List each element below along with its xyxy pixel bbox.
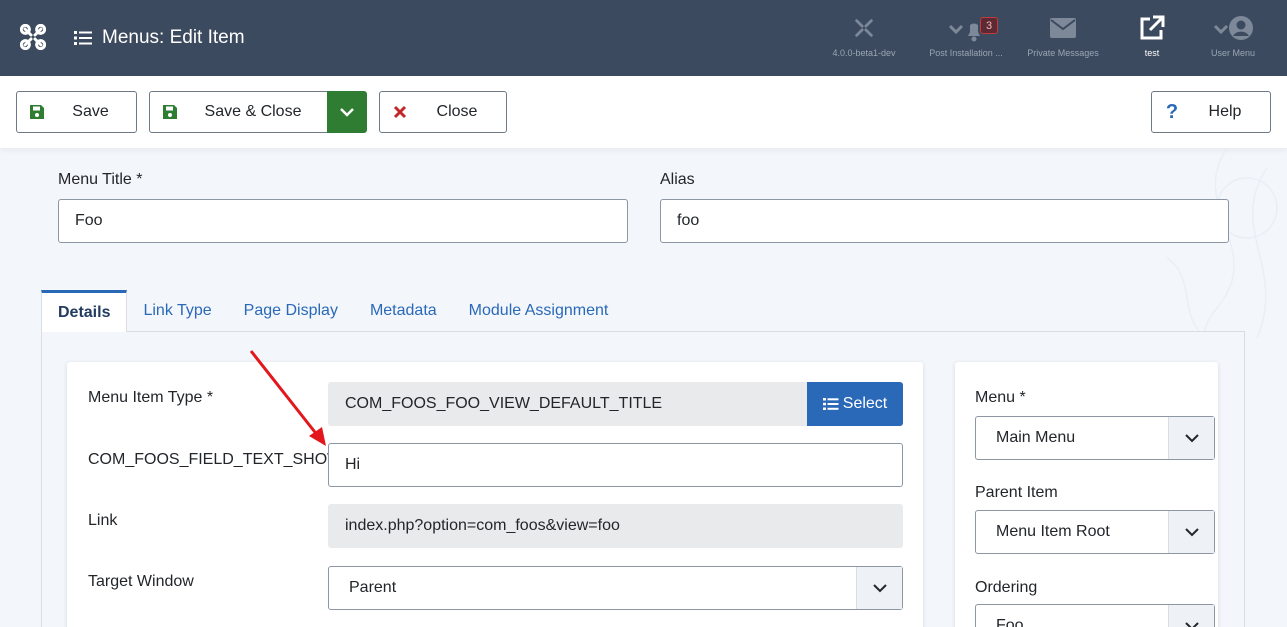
notification-badge: 3 (980, 17, 998, 34)
save-button[interactable]: Save (16, 91, 137, 133)
question-icon: ? (1165, 100, 1179, 123)
parent-item-select[interactable]: Menu Item Root (975, 510, 1215, 554)
chevron-down-icon (1184, 622, 1199, 627)
version-label: 4.0.0-beta1-dev (832, 48, 896, 58)
target-window-value: Parent (349, 579, 397, 596)
menu-label: Menu * (975, 389, 1026, 406)
parent-item-label: Parent Item (975, 484, 1058, 501)
page-title-group: Menus: Edit Item (74, 27, 245, 49)
close-button[interactable]: Close (379, 91, 507, 133)
tab-bar: Details Link Type Page Display Metadata … (41, 290, 624, 332)
save-label: Save (72, 103, 109, 120)
page-title: Menus: Edit Item (102, 27, 245, 48)
save-dropdown-toggle[interactable] (327, 91, 367, 133)
envelope-icon (1050, 18, 1076, 38)
tab-details[interactable]: Details (41, 290, 128, 332)
site-link-item[interactable]: test (1132, 14, 1172, 58)
menu-select[interactable]: Main Menu (975, 416, 1215, 460)
list-icon (74, 31, 92, 45)
chevron-down-icon (872, 584, 887, 593)
site-link-label: test (1144, 48, 1160, 58)
ordering-label: Ordering (975, 579, 1038, 596)
save-close-label: Save & Close (204, 103, 302, 120)
user-menu-item[interactable]: User Menu (1202, 14, 1264, 58)
tab-link-type[interactable]: Link Type (127, 290, 227, 332)
help-label: Help (1208, 103, 1242, 120)
menu-title-input[interactable]: Foo (58, 199, 628, 243)
post-installation-label: Post Installation ... (929, 48, 1003, 58)
toolbar: Save Save & Close Close ? Help (0, 76, 1287, 148)
link-value: index.php?option=com_foos&view=foo (328, 504, 903, 548)
user-menu-label: User Menu (1210, 48, 1255, 58)
private-messages-item[interactable]: Private Messages (1022, 14, 1104, 58)
close-label: Close (436, 103, 478, 120)
menu-title-label: Menu Title * (58, 171, 143, 188)
ordering-select[interactable]: Foo (975, 604, 1215, 627)
menu-value: Main Menu (996, 429, 1076, 446)
user-icon (1213, 16, 1253, 40)
save-icon (163, 105, 177, 119)
save-close-button[interactable]: Save & Close (149, 91, 329, 133)
target-window-select[interactable]: Parent (328, 566, 903, 610)
list-icon (822, 398, 839, 410)
close-icon (393, 105, 407, 119)
chevron-down-icon (1184, 528, 1199, 537)
joomla-logo-icon[interactable] (20, 24, 46, 50)
chevron-down-icon (1184, 434, 1199, 443)
version-item[interactable]: 4.0.0-beta1-dev (828, 14, 900, 58)
save-icon (30, 105, 44, 119)
bell-icon (948, 23, 980, 42)
alias-input[interactable]: foo (660, 199, 1229, 243)
ordering-value: Foo (996, 617, 1024, 627)
annotation-arrow (249, 350, 326, 446)
parent-item-value: Menu Item Root (996, 523, 1110, 540)
select-type-button[interactable]: Select (807, 382, 903, 426)
help-button[interactable]: ? Help (1151, 91, 1271, 133)
tab-metadata[interactable]: Metadata (354, 290, 453, 332)
link-label: Link (88, 512, 118, 529)
chevron-down-icon (340, 108, 354, 117)
external-link-icon (1140, 15, 1165, 40)
target-window-label: Target Window (88, 573, 194, 590)
show-text-input[interactable]: Hi (328, 443, 903, 487)
menu-item-type-label: Menu Item Type * (88, 389, 214, 406)
joomla-icon (855, 19, 873, 37)
tab-page-display[interactable]: Page Display (228, 290, 354, 332)
menu-item-type-value: COM_FOOS_FOO_VIEW_DEFAULT_TITLE (328, 382, 808, 426)
private-messages-label: Private Messages (1027, 48, 1099, 58)
post-installation-item[interactable]: 3 Post Installation ... (924, 14, 1008, 58)
alias-label: Alias (660, 171, 695, 188)
top-header: Menus: Edit Item 4.0.0-beta1-dev 3 Post … (0, 0, 1287, 76)
select-label: Select (842, 395, 888, 412)
tab-module-assignment[interactable]: Module Assignment (453, 290, 625, 332)
